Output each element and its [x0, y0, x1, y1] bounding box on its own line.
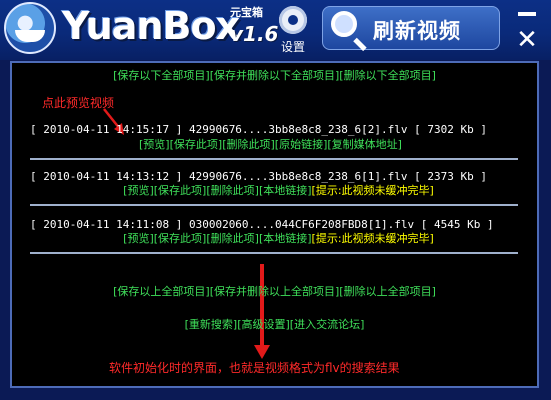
preview-link[interactable]: [预览]	[123, 184, 154, 197]
original-link[interactable]: [原始链接]	[275, 138, 328, 151]
local-link[interactable]: [本地链接]	[259, 184, 312, 197]
gear-icon[interactable]	[279, 6, 307, 34]
minimize-icon[interactable]	[514, 4, 540, 24]
delete-item-link[interactable]: [删除此项]	[222, 138, 275, 151]
divider	[30, 252, 518, 254]
divider	[30, 204, 518, 206]
preview-link[interactable]: [预览]	[139, 138, 170, 151]
delete-all-below-link[interactable]: [删除以下全部项目]	[339, 69, 436, 82]
preview-link[interactable]: [预览]	[123, 232, 154, 245]
caption-annotation: 软件初始化时的界面，也就是视频格式为flv的搜索结果	[109, 361, 400, 375]
item-actions: [预览][保存此项][删除此项][本地链接][提示:此视频未缓冲完毕]	[16, 232, 541, 245]
item-time: [ 2010-04-11 14:13:12 ]	[30, 170, 183, 183]
app-logo-text: YuanBox	[62, 4, 240, 48]
item-size: [ 7302 Kb ]	[414, 123, 487, 136]
buffer-notice: [提示:此视频未缓冲完毕]	[311, 184, 434, 197]
save-item-link[interactable]: [保存此项]	[154, 232, 207, 245]
local-link[interactable]: [本地链接]	[259, 232, 312, 245]
footer-actions: [重新搜索][高级设置][进入交流论坛]	[12, 318, 537, 331]
item-filename: 42990676....3bb8e8c8_238_6[2].flv	[188, 123, 408, 136]
forum-link[interactable]: [进入交流论坛]	[290, 318, 365, 331]
delete-item-link[interactable]: [删除此项]	[206, 184, 259, 197]
item-actions: [预览][保存此项][删除此项][本地链接][提示:此视频未缓冲完毕]	[16, 184, 541, 197]
delete-all-above-link[interactable]: [删除以上全部项目]	[339, 285, 436, 298]
advanced-settings-link[interactable]: [高级设置]	[237, 318, 290, 331]
close-icon[interactable]: ✕	[514, 27, 540, 53]
annotation-arrow	[260, 264, 264, 348]
refresh-video-label: 刷新视频	[373, 19, 461, 43]
list-item: [ 2010-04-11 14:15:17 ] 42990676....3bb8…	[30, 123, 487, 136]
list-item: [ 2010-04-11 14:11:08 ] 030002060....044…	[30, 218, 494, 231]
logo-mascot-icon	[4, 2, 56, 54]
divider	[30, 158, 518, 160]
copy-media-url-link[interactable]: [复制媒体地址]	[327, 138, 402, 151]
magnifier-icon	[331, 11, 357, 37]
save-all-below-link[interactable]: [保存以下全部项目]	[113, 69, 210, 82]
save-delete-all-below-link[interactable]: [保存并删除以下全部项目]	[210, 69, 340, 82]
settings-label[interactable]: 设置	[281, 38, 305, 55]
item-size: [ 4545 Kb ]	[420, 218, 494, 231]
save-delete-all-above-link[interactable]: [保存并删除以上全部项目]	[210, 285, 340, 298]
window-footer	[0, 388, 551, 400]
save-item-link[interactable]: [保存此项]	[170, 138, 223, 151]
app-version: v1.6	[230, 22, 279, 46]
item-time: [ 2010-04-11 14:11:08 ]	[30, 218, 183, 231]
delete-item-link[interactable]: [删除此项]	[206, 232, 259, 245]
research-link[interactable]: [重新搜索]	[185, 318, 238, 331]
item-size: [ 2373 Kb ]	[414, 170, 487, 183]
arrow-icon	[254, 345, 270, 359]
save-all-above-link[interactable]: [保存以上全部项目]	[113, 285, 210, 298]
results-panel: [保存以下全部项目][保存并删除以下全部项目][删除以下全部项目] 点此预览视频…	[10, 61, 539, 388]
save-item-link[interactable]: [保存此项]	[154, 184, 207, 197]
title-bar: YuanBox 元宝箱 v1.6 设置 刷新视频 ✕	[0, 0, 551, 60]
buffer-notice: [提示:此视频未缓冲完毕]	[311, 232, 434, 245]
item-actions: [预览][保存此项][删除此项][原始链接][复制媒体地址]	[8, 138, 533, 151]
app-logo-cn: 元宝箱	[230, 6, 263, 19]
item-time: [ 2010-04-11 14:15:17 ]	[30, 123, 183, 136]
bottom-actions: [保存以上全部项目][保存并删除以上全部项目][删除以上全部项目]	[12, 285, 537, 298]
list-item: [ 2010-04-11 14:13:12 ] 42990676....3bb8…	[30, 170, 487, 183]
top-actions: [保存以下全部项目][保存并删除以下全部项目][删除以下全部项目]	[12, 69, 537, 82]
refresh-video-button[interactable]: 刷新视频	[322, 6, 500, 50]
item-filename: 030002060....044CF6F208FBD8[1].flv	[188, 218, 415, 231]
item-filename: 42990676....3bb8e8c8_238_6[1].flv	[188, 170, 408, 183]
